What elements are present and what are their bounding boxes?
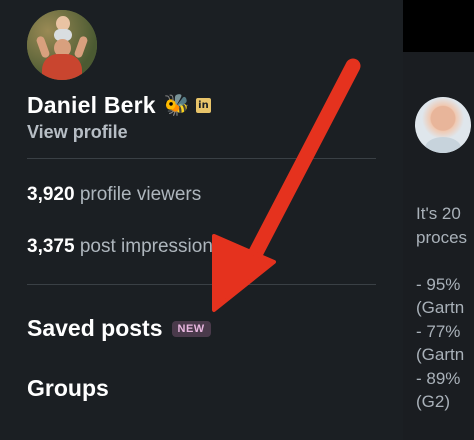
profile-viewers-stat[interactable]: 3,920 profile viewers — [27, 184, 201, 206]
post-impressions-label: post impressions — [79, 236, 223, 257]
saved-posts-menu-item[interactable]: Saved posts NEW — [27, 315, 211, 342]
feed-post-text: It's 20 proces - 95% (Gartn - 77% (Gartn… — [416, 204, 468, 411]
divider — [27, 158, 376, 159]
bee-icon: 🐝 — [163, 93, 190, 117]
view-profile-link[interactable]: View profile — [27, 122, 128, 143]
profile-viewers-count: 3,920 — [27, 184, 75, 205]
feed-background: It's 20 proces - 95% (Gartn - 77% (Gartn… — [403, 0, 474, 440]
saved-posts-label: Saved posts — [27, 315, 163, 341]
new-badge: NEW — [171, 320, 211, 337]
profile-name[interactable]: Daniel Berk — [27, 92, 156, 119]
feed-header — [403, 0, 474, 52]
feed-author-avatar — [415, 97, 471, 153]
profile-drawer: Daniel Berk 🐝 in View profile 3,920 prof… — [0, 0, 403, 440]
divider — [27, 284, 376, 285]
post-impressions-count: 3,375 — [27, 236, 75, 257]
profile-viewers-label: profile viewers — [79, 184, 202, 205]
post-impressions-stat[interactable]: 3,375 post impressions — [27, 236, 222, 258]
groups-menu-item[interactable]: Groups — [27, 375, 109, 402]
linkedin-premium-icon: in — [195, 97, 211, 113]
profile-avatar[interactable] — [27, 10, 97, 80]
profile-name-row[interactable]: Daniel Berk 🐝 in — [27, 90, 211, 120]
